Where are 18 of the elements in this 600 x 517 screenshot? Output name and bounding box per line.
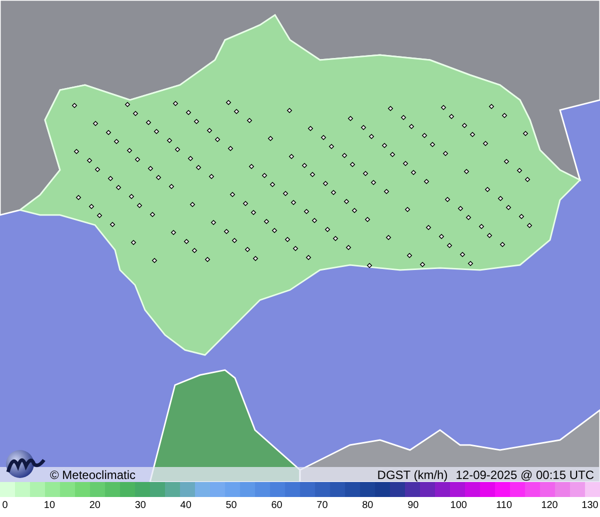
scale-tick-label: 90 — [408, 500, 419, 511]
scale-tick-label: 10 — [44, 500, 56, 511]
scale-tick-label: 40 — [180, 500, 192, 511]
scale-tick-label: 20 — [89, 500, 100, 511]
logo-icon — [4, 448, 46, 480]
scale-tick-label: 70 — [316, 500, 328, 511]
scale-tick-label: 30 — [134, 500, 146, 511]
scale-tick-label: 50 — [226, 500, 237, 511]
copyright-text: © Meteoclimatic — [50, 468, 136, 482]
scale-tick-label: 60 — [271, 500, 282, 511]
scale-tick-label: 130 — [582, 500, 598, 511]
variable-label: DGST (km/h) — [377, 468, 448, 482]
timestamp-label: 12-09-2025 @ 00:15 UTC — [456, 468, 594, 482]
scale-tick-label: 0 — [2, 500, 8, 511]
scale-tick-label: 80 — [362, 500, 374, 511]
scale-tick-label: 110 — [496, 500, 512, 511]
scale-tick-label: 100 — [450, 500, 467, 511]
scale-tick-label: 120 — [541, 500, 558, 511]
